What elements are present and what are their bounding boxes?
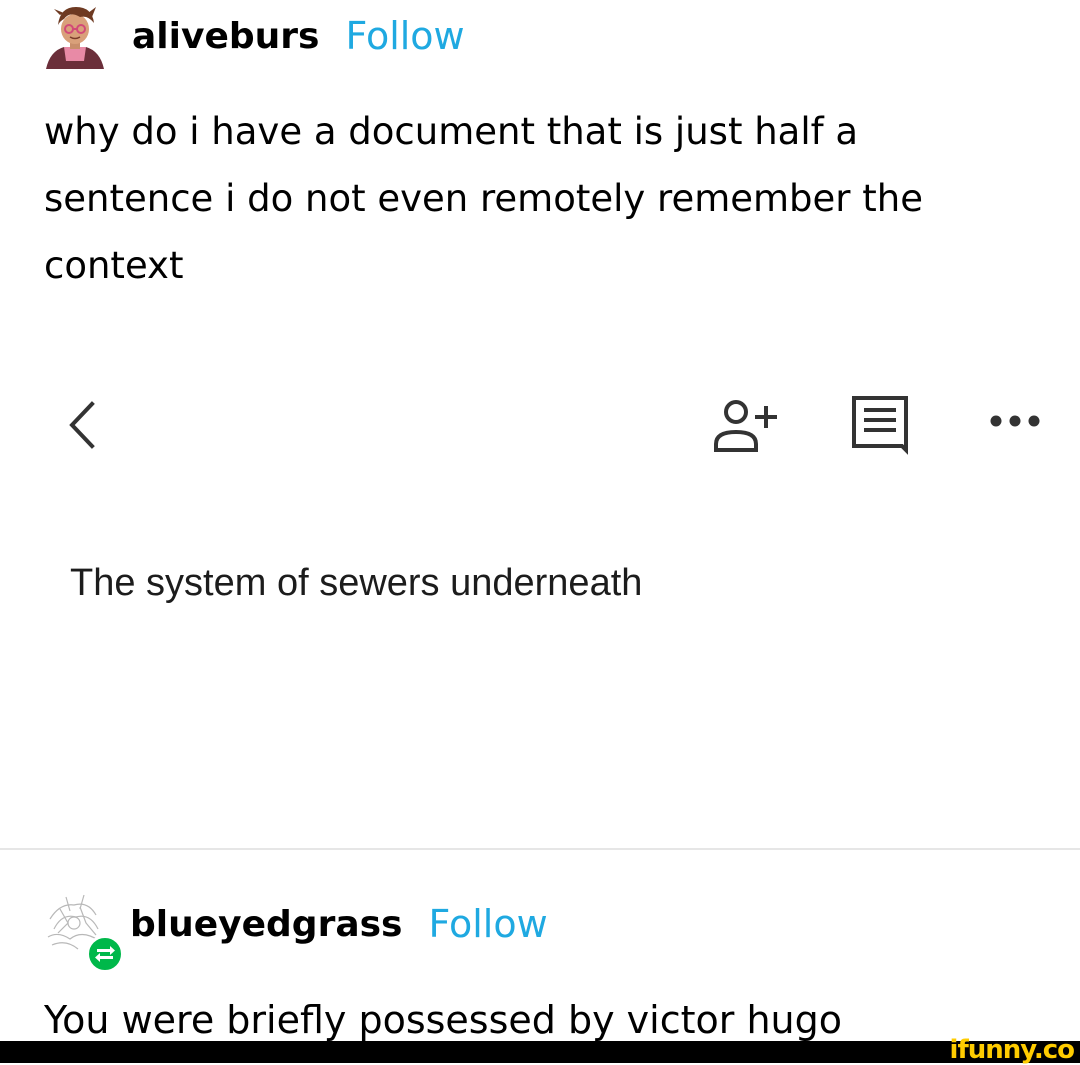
avatar[interactable] [40,1,110,71]
chevron-left-icon [69,401,95,449]
avatar[interactable] [40,889,124,973]
reblog-badge [86,935,124,973]
post-text: why do i have a document that is just ha… [44,110,924,287]
comment-button[interactable] [848,394,912,456]
document-toolbar [0,380,1080,470]
add-person-button[interactable] [712,398,782,454]
post-header: blueyedgrass Follow [40,884,548,973]
follow-button[interactable]: Follow [428,902,547,946]
post-header: aliveburs Follow [40,0,465,72]
reblog-icon [95,946,115,962]
comment-icon [852,396,908,455]
follow-button[interactable]: Follow [345,14,464,58]
username[interactable]: aliveburs [132,16,319,57]
divider [0,848,1080,850]
more-horizontal-icon [990,415,1040,427]
more-button[interactable] [988,410,1042,432]
user-avatar-illustration-icon [46,7,104,69]
document-text: The system of sewers underneath [70,562,643,604]
username[interactable]: blueyedgrass [130,904,402,945]
watermark-bar: ifunny.co [0,1035,1080,1065]
back-button[interactable] [62,400,106,450]
watermark-logo: ifunny.co [949,1035,1075,1065]
add-person-icon [714,400,777,452]
